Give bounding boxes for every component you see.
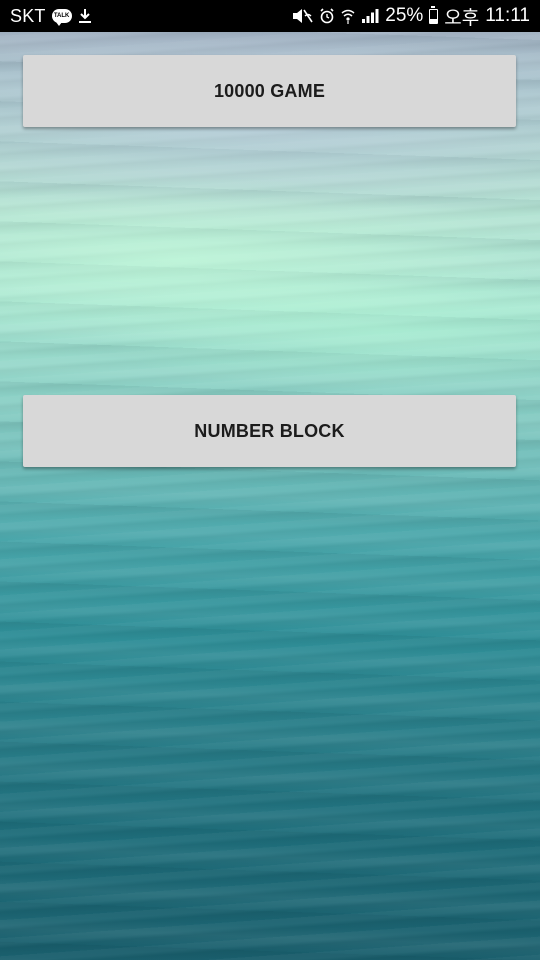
download-icon — [78, 8, 92, 24]
ocean-background — [0, 0, 540, 960]
10000-game-button[interactable]: 10000 GAME — [23, 55, 516, 127]
clock: 11:11 — [485, 5, 530, 26]
alarm-icon — [319, 8, 335, 24]
number-block-button[interactable]: NUMBER BLOCK — [23, 395, 516, 467]
status-left: SKT TALK — [10, 6, 92, 27]
mute-icon — [291, 7, 313, 25]
signal-icon — [361, 8, 379, 24]
battery-fill — [430, 19, 438, 23]
status-bar: SKT TALK 25% 오후 11:11 — [0, 0, 540, 32]
battery-percent: 25% — [385, 5, 424, 26]
carrier-label: SKT — [10, 5, 46, 26]
status-right: 25% 오후 11:11 — [291, 3, 530, 30]
kakaotalk-icon: TALK — [51, 9, 72, 26]
battery-icon — [429, 5, 439, 24]
wifi-icon — [341, 8, 355, 24]
ampm-label: 오후 — [444, 7, 480, 29]
